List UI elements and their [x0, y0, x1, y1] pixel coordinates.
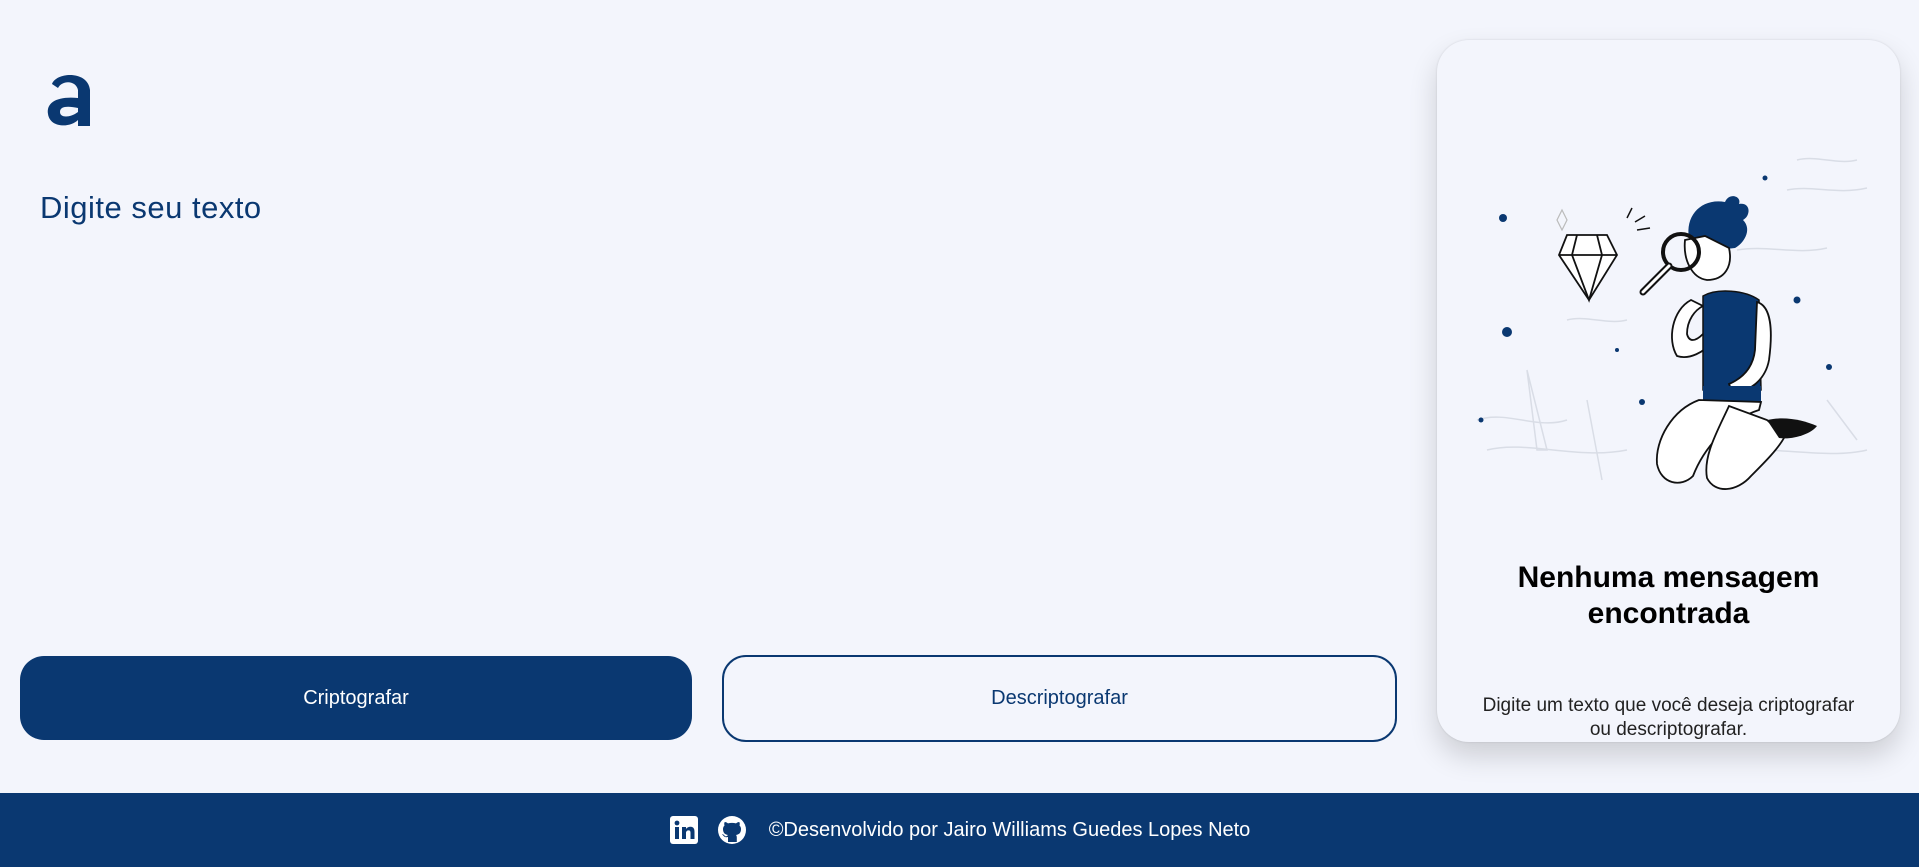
empty-state-text: Digite um texto que você deseja criptogr… [1482, 695, 1855, 740]
decrypt-button[interactable]: Descriptografar [722, 655, 1397, 742]
empty-state-illustration [1467, 120, 1877, 520]
message-input[interactable] [40, 190, 1360, 610]
logo-a-icon [47, 74, 90, 126]
logo [40, 64, 100, 134]
encrypt-button[interactable]: Criptografar [20, 656, 692, 740]
empty-state-title: Nenhuma mensagem encontrada [1517, 561, 1820, 630]
linkedin-icon[interactable] [669, 815, 699, 845]
output-card: Nenhuma mensagem encontrada Digite um te… [1437, 40, 1900, 742]
github-icon[interactable] [717, 815, 747, 845]
footer-credit: ©Desenvolvido por Jairo Williams Guedes … [768, 818, 1251, 841]
footer: ©Desenvolvido por Jairo Williams Guedes … [0, 793, 1919, 867]
